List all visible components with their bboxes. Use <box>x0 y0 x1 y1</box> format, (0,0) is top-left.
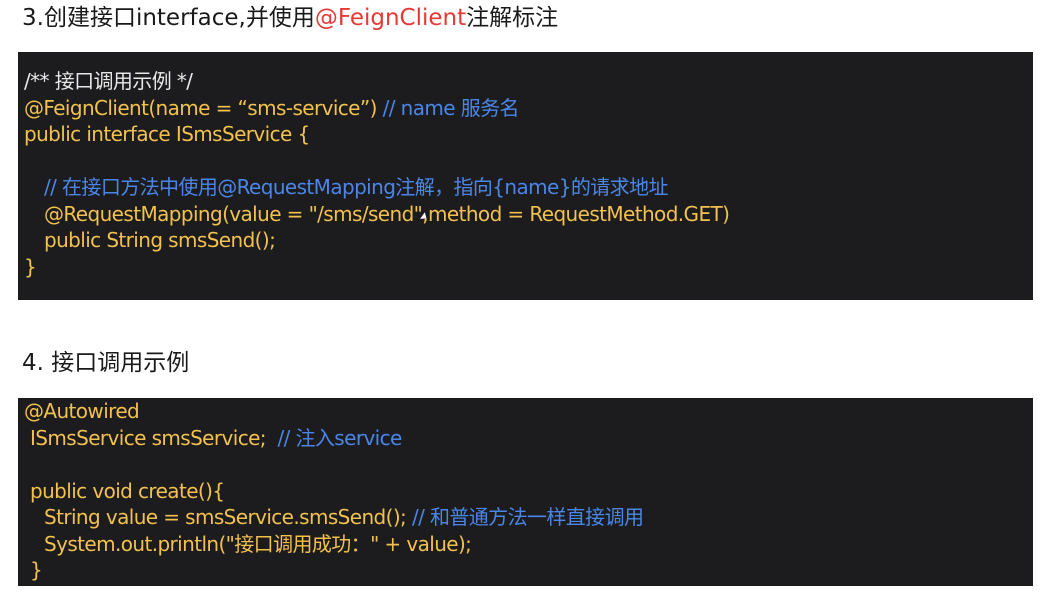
code-line: } <box>24 254 1033 281</box>
comment-inject-service: // 注入service <box>265 425 402 450</box>
annotation-requestmapping: @RequestMapping(value = "/sms/send", <box>44 201 429 226</box>
comment-doc: /** 接口调用示例 */ <box>24 69 193 93</box>
statement-println: System.out.println("接口调用成功：" + value); <box>44 531 472 556</box>
annotation-feignclient: @FeignClient(name = “sms-service”) <box>24 95 377 120</box>
field-declaration: ISmsService smsService; <box>30 425 267 450</box>
code-line: @FeignClient(name = “sms-service”) // na… <box>24 95 1033 122</box>
section-3-heading: 3.创建接口interface,并使用@FeignClient注解标注 <box>22 3 558 33</box>
code-line: ISmsService smsService; // 注入service <box>24 425 1033 452</box>
comment-requestmapping: // 在接口方法中使用@RequestMapping注解，指向{name}的请求… <box>44 175 668 199</box>
heading-accent-feignclient: @FeignClient <box>314 5 467 31</box>
code-line: public void create(){ <box>24 478 1033 505</box>
code-line: System.out.println("接口调用成功：" + value); <box>24 531 1033 558</box>
code-line: public String smsSend(); <box>24 227 1033 254</box>
annotation-requestmapping-method: method = RequestMethod.GET) <box>428 201 730 226</box>
closing-brace: } <box>24 254 37 279</box>
code-line: public interface ISmsService { <box>24 121 1033 148</box>
annotation-autowired: @Autowired <box>24 399 140 423</box>
method-create-declaration: public void create(){ <box>30 478 225 503</box>
code-block-usage: @Autowired ISmsService smsService; // 注入… <box>18 398 1033 586</box>
code-line: } <box>24 557 1033 584</box>
method-declaration: public String smsSend(); <box>44 228 276 252</box>
code-line: @RequestMapping(value = "/sms/send",meth… <box>24 201 1033 228</box>
section-4-heading: 4. 接口调用示例 <box>22 350 190 376</box>
code-line: /** 接口调用示例 */ <box>24 68 1033 95</box>
heading-suffix: 注解标注 <box>466 5 559 31</box>
code-line: @Autowired <box>24 398 1033 425</box>
code-block-interface: /** 接口调用示例 */ @FeignClient(name = “sms-s… <box>18 52 1033 300</box>
code-line: // 在接口方法中使用@RequestMapping注解，指向{name}的请求… <box>24 174 1033 201</box>
statement-call-service: String value = smsService.smsSend(); <box>44 505 407 529</box>
comment-call-like-normal: // 和普通方法一样直接调用 <box>406 505 644 529</box>
heading-prefix: 3.创建接口interface,并使用 <box>22 5 315 31</box>
code-line: String value = smsService.smsSend(); // … <box>24 504 1033 531</box>
interface-declaration: public interface ISmsService { <box>24 122 310 146</box>
closing-brace: } <box>30 558 43 582</box>
comment-service-name: // name 服务名 <box>376 95 520 120</box>
